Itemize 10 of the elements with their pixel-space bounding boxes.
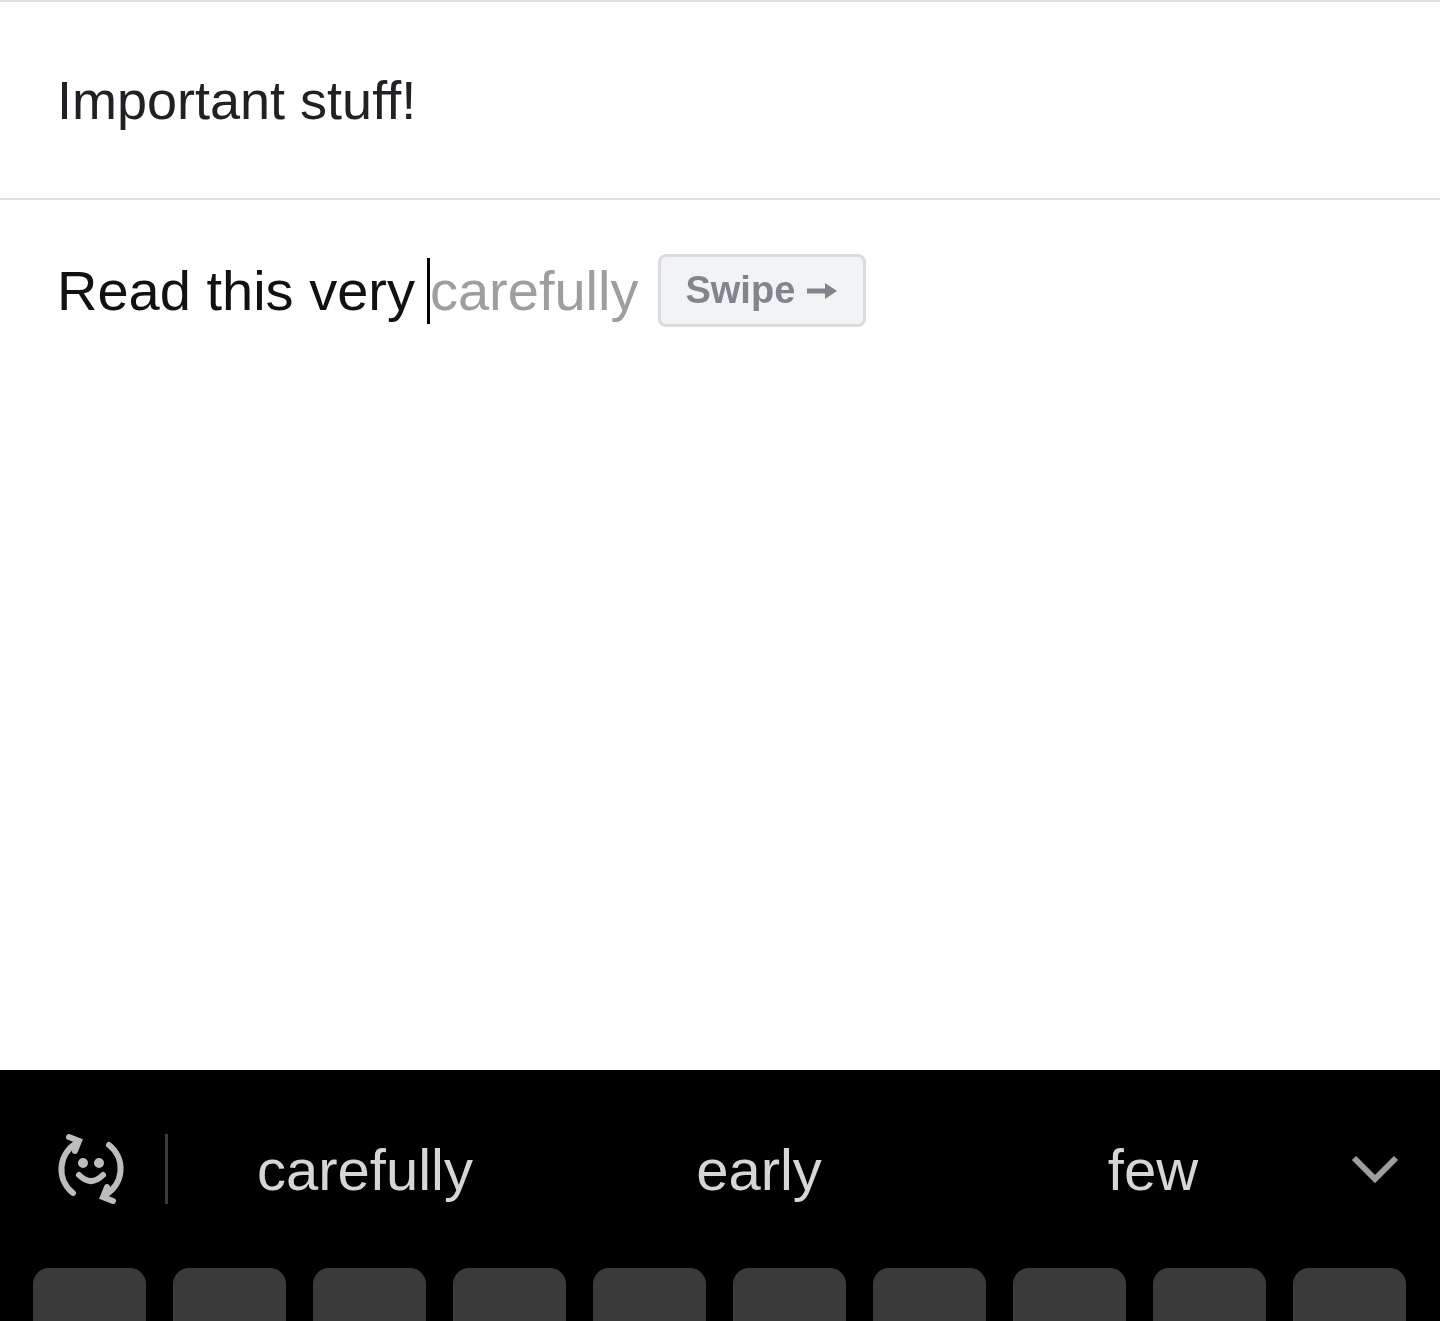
body-text: Read this very	[57, 258, 415, 323]
message-body-field[interactable]: Read this very carefully Swipe	[0, 200, 1440, 327]
suggestion-word[interactable]: few	[956, 1135, 1350, 1203]
text-cursor	[426, 257, 430, 324]
suggestion-word[interactable]: carefully	[168, 1135, 562, 1203]
suggestion-word[interactable]: early	[562, 1135, 956, 1203]
subject-text: Important stuff!	[57, 69, 417, 131]
chevron-down-icon[interactable]	[1350, 1154, 1400, 1184]
inline-suggestion: carefully	[429, 258, 639, 323]
subject-field[interactable]: Important stuff!	[0, 0, 1440, 200]
